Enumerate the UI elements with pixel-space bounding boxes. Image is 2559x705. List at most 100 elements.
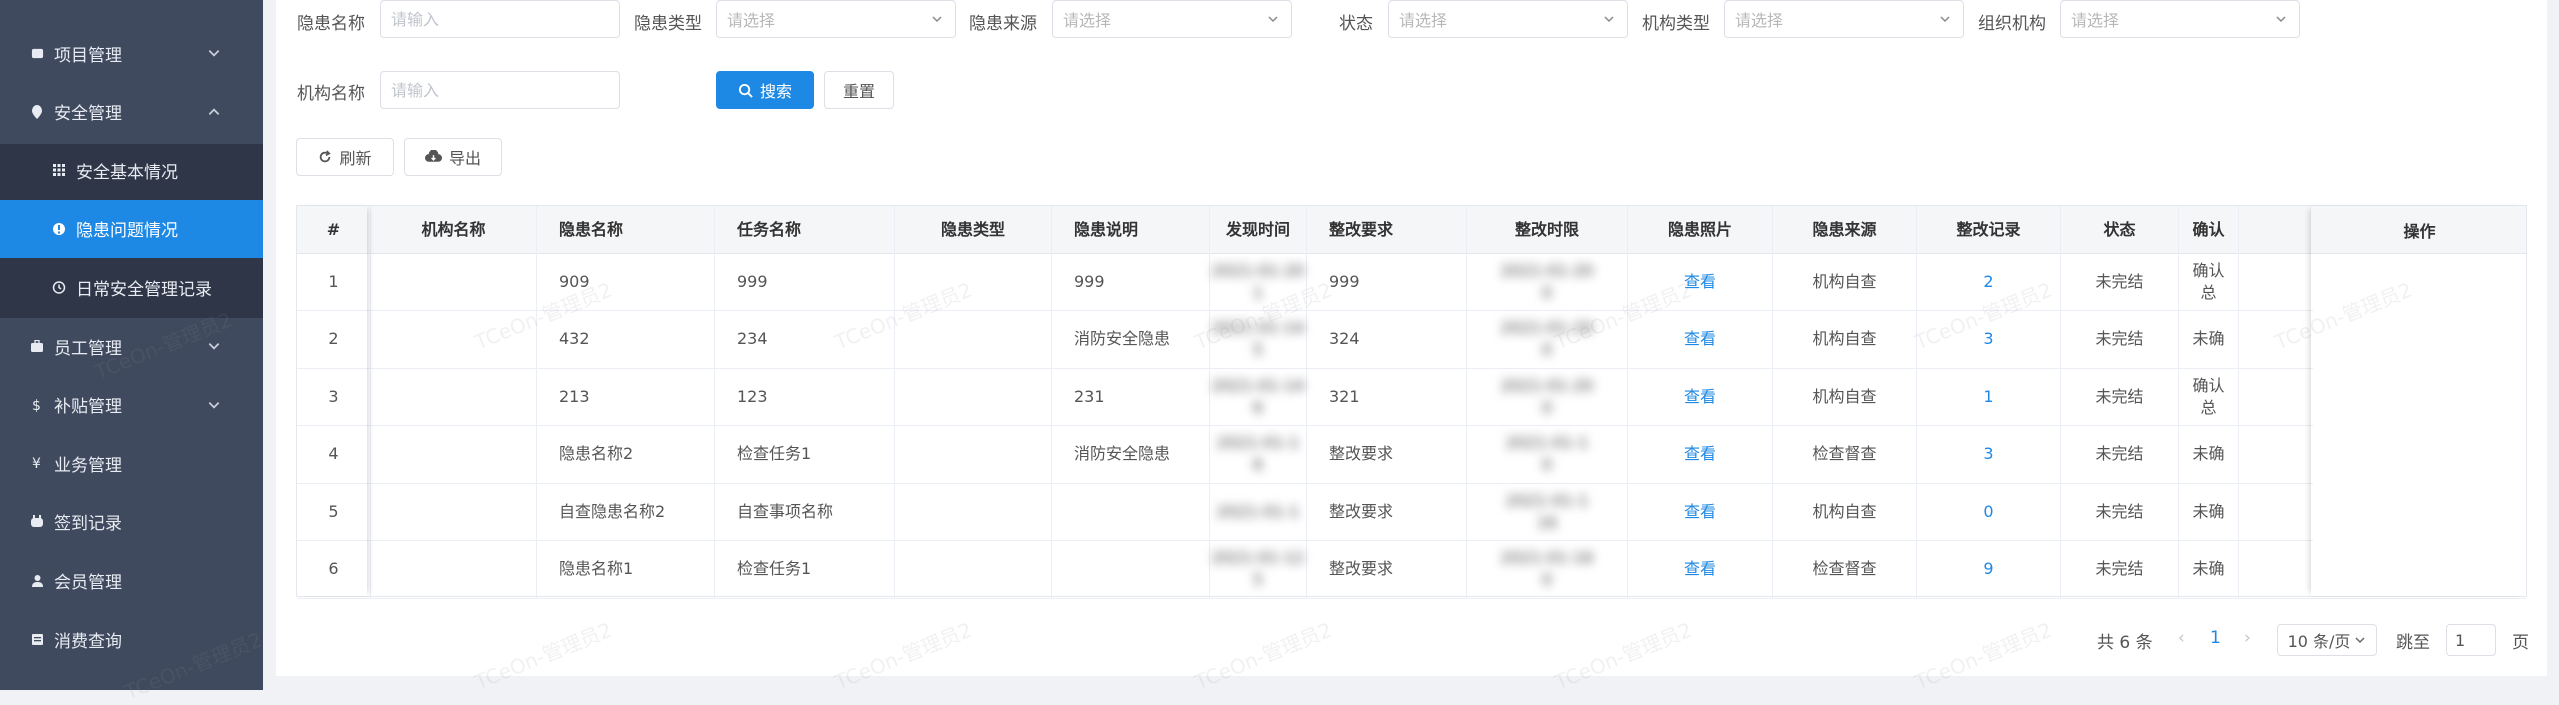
found-cell: 2021-01-14 5 [1210,310,1307,368]
found-line-2: 6 [1252,455,1264,474]
desc-value: 999 [1074,271,1105,291]
view-photo-link[interactable]: 查看 [1684,558,1716,580]
search-icon [738,83,753,98]
receipt-icon [30,632,44,646]
view-photo-link[interactable]: 查看 [1684,501,1716,523]
records-link[interactable]: 2 [1983,271,1993,293]
found-line-2: 6 [1252,397,1264,417]
refresh-button-label: 刷新 [339,149,372,168]
records-link[interactable]: 0 [1983,501,1993,523]
search-button[interactable]: 搜索 [716,71,814,109]
req-value: 321 [1329,386,1360,406]
status-placeholder: 请选择 [1399,11,1448,30]
chevron-down-icon [1268,16,1278,23]
export-button[interactable]: 导出 [404,138,502,176]
photo-cell: 查看 [1628,425,1773,483]
org-name-input[interactable] [380,71,620,109]
status-value: 未完结 [2095,559,2144,578]
sidebar-item-label: 补贴管理 [54,397,122,418]
sidebar-item-7[interactable]: ¥ 业务管理 [0,434,263,492]
view-photo-link[interactable]: 查看 [1684,271,1716,293]
task-value: 123 [737,386,768,406]
status-label: 状态 [1339,14,1373,34]
status-select[interactable]: 请选择 [1388,0,1628,38]
limit-line-2: 0 [1541,282,1553,302]
photo-cell: 查看 [1628,310,1773,368]
view-photo-link[interactable]: 查看 [1684,443,1716,465]
refresh-button[interactable]: 刷新 [296,138,394,176]
column-header: 整改要求 [1307,206,1467,253]
reset-button[interactable]: 重置 [824,71,894,109]
chevron-down-icon [208,343,220,350]
task-value: 999 [737,271,768,291]
fixed-left-shadow [297,206,367,596]
limit-cell: 2021-01-20 0 [1467,310,1628,368]
task-value: 234 [737,329,768,348]
limit-line-1: 2021-01-1 [1505,433,1589,452]
chevron-up-icon [208,108,220,115]
sidebar-item-9[interactable]: 会员管理 [0,551,263,609]
page-size-select[interactable]: 10 条/页 [2277,624,2377,656]
column-header: 确认 [2179,206,2239,253]
name-cell: 213 [537,368,715,425]
sidebar-item-10[interactable]: 消费查询 [0,610,263,668]
org-cell [371,425,537,483]
org-cell [371,540,537,598]
sidebar-item-4[interactable]: 日常安全管理记录 [0,258,263,316]
sidebar-item-5[interactable]: 员工管理 [0,317,263,375]
sidebar-item-label: 消费查询 [54,631,122,652]
desc-cell: 消防安全隐患 [1052,310,1210,368]
hazard-source-placeholder: 请选择 [1063,11,1112,30]
sidebar-item-2[interactable]: 安全基本情况 [0,141,263,199]
records-link[interactable]: 3 [1983,328,1993,350]
limit-line-2: 0 [1541,340,1553,359]
chevron-down-icon [1604,16,1614,23]
page-size-value: 10 条/页 [2287,632,2351,651]
column-header: 隐患名称 [537,206,715,253]
found-line-2: 1 [1252,282,1264,302]
sidebar-item-0[interactable]: 项目管理 [0,24,263,82]
next-page-button[interactable]: › [2244,628,2251,648]
task-value: 检查任务1 [737,559,812,578]
name-value: 909 [559,271,590,291]
view-photo-link[interactable]: 查看 [1684,328,1716,350]
source-cell: 机构自查 [1773,253,1917,310]
svg-text:¥: ¥ [32,456,41,470]
hazard-name-input[interactable] [380,0,620,38]
jump-input[interactable]: 1 [2446,624,2496,656]
page-number-1[interactable]: 1 [2210,628,2221,648]
table-row: 2 432 234 消防安全隐患 2021-01-14 5 324 2021-01-20 0 查看… [297,310,2526,369]
sidebar-item-1[interactable]: 安全管理 [0,83,263,141]
chevron-down-icon [2276,16,2286,23]
hazard-source-select[interactable]: 请选择 [1052,0,1292,38]
req-value: 整改要求 [1329,444,1394,463]
sidebar-item-6[interactable]: $ 补贴管理 [0,376,263,434]
name-cell: 隐患名称2 [537,425,715,483]
task-cell: 123 [715,368,895,425]
limit-line-2: 0 [1541,455,1553,474]
limit-line-2: 0 [1541,570,1553,589]
page-unit-label: 页 [2512,633,2529,653]
records-link[interactable]: 1 [1983,386,1993,408]
records-link[interactable]: 9 [1983,558,1993,580]
photo-cell: 查看 [1628,540,1773,598]
org-type-placeholder: 请选择 [1735,11,1784,30]
org-type-select[interactable]: 请选择 [1724,0,1964,38]
org-select[interactable]: 请选择 [2060,0,2300,38]
photo-cell: 查看 [1628,483,1773,540]
column-header: 隐患来源 [1773,206,1917,253]
sidebar-item-8[interactable]: 签到记录 [0,493,263,551]
prev-page-button[interactable]: ‹ [2178,628,2185,648]
name-value: 隐患名称1 [559,559,634,578]
confirm-line-1: 未确 [2192,444,2225,463]
export-button-label: 导出 [448,149,481,168]
found-cell: 2021-01-20 1 [1210,253,1307,310]
records-link[interactable]: 3 [1983,443,1993,465]
sidebar-item-3[interactable]: 隐患问题情况 [0,199,263,258]
view-photo-link[interactable]: 查看 [1684,386,1716,408]
hazard-type-select[interactable]: 请选择 [716,0,956,38]
name-value: 432 [559,329,590,348]
checkin-icon [30,515,44,529]
name-cell: 自查隐患名称2 [537,483,715,540]
limit-cell: 2021-01-1 0 [1467,425,1628,483]
